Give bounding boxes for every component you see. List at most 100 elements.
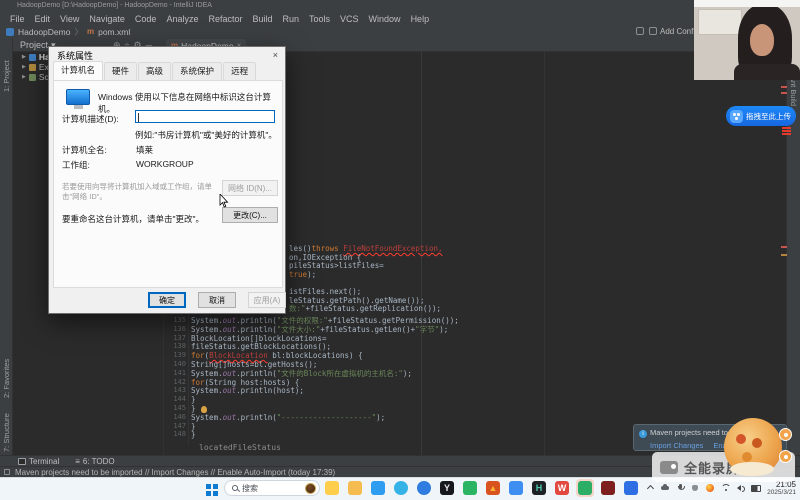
volume-icon[interactable] <box>736 483 745 492</box>
warning-stripe-mark[interactable] <box>781 254 787 256</box>
taskbar-app-slot <box>369 479 387 497</box>
tree-node-icon <box>29 64 36 71</box>
menu-item[interactable]: Tools <box>304 14 335 24</box>
window-title: HadoopDemo [D:\HadoopDemo] - HadoopDemo … <box>0 0 800 12</box>
status-message[interactable]: Maven projects need to be imported // Im… <box>15 468 335 477</box>
apply-button: 应用(A) <box>248 292 286 308</box>
edge-icon[interactable] <box>394 481 408 495</box>
menu-item[interactable]: Analyze <box>161 14 203 24</box>
error-stripe-mark[interactable] <box>781 92 787 94</box>
chevron-right-icon[interactable]: ▶ <box>22 64 26 70</box>
mic-icon[interactable] <box>676 483 685 492</box>
breadcrumb-separator: 〉 <box>74 26 83 38</box>
intention-bulb-icon[interactable] <box>201 406 207 413</box>
breadcrumb-project[interactable]: HadoopDemo <box>18 27 70 37</box>
computer-description-label: 计算机描述(D): <box>62 113 119 125</box>
tool-window-ant-build[interactable]: Ant Build <box>786 76 798 106</box>
wps-icon[interactable]: W <box>555 481 569 495</box>
cancel-button[interactable]: 取消 <box>198 292 236 308</box>
taskbar-app-slot: H <box>530 479 548 497</box>
cloud-icon[interactable] <box>661 483 670 492</box>
meeting-icon[interactable] <box>601 481 615 495</box>
build-icon[interactable] <box>636 27 644 35</box>
menu-item[interactable]: File <box>5 14 30 24</box>
menu-item[interactable]: Run <box>278 14 305 24</box>
network-id-help-line2: 击"网络 ID"。 <box>62 191 107 202</box>
code-line: 135System.out.println("文件的权限:"+fileStatu… <box>191 316 459 325</box>
line-number: 144 <box>166 395 186 404</box>
matlab-icon[interactable]: ▲ <box>486 481 500 495</box>
computer-monitor-icon <box>66 89 90 105</box>
error-stripe-mark[interactable] <box>781 246 787 248</box>
wifi-icon[interactable] <box>721 483 730 492</box>
dialog-tab[interactable]: 远程 <box>223 62 256 80</box>
line-number: 142 <box>166 378 186 387</box>
mascot-badge-icon <box>779 450 792 463</box>
menu-item[interactable]: Edit <box>30 14 56 24</box>
firefox-icon[interactable] <box>706 483 715 492</box>
system-tray <box>646 483 760 492</box>
menu-item[interactable]: Navigate <box>84 14 130 24</box>
close-icon[interactable]: × <box>273 50 278 60</box>
code-line: true); <box>289 270 316 279</box>
dialog-tab[interactable]: 高级 <box>138 62 171 80</box>
yy-icon[interactable]: Y <box>440 481 454 495</box>
search-highlight-avatar[interactable] <box>305 483 316 494</box>
menu-item[interactable]: VCS <box>335 14 364 24</box>
menu-item[interactable]: Refactor <box>203 14 247 24</box>
background-window <box>698 9 742 35</box>
taskbar-app-slot <box>576 479 594 497</box>
dialog-tab[interactable]: 计算机名 <box>53 61 103 81</box>
store-icon[interactable] <box>371 481 385 495</box>
person-face <box>750 24 774 56</box>
taskbar-clock[interactable]: 21:05 2025/3/21 <box>756 480 796 497</box>
tool-window-structure[interactable]: 7: Structure <box>2 413 14 452</box>
change-button[interactable]: 更改(C)... <box>222 207 278 223</box>
chevron-right-icon[interactable]: ▶ <box>22 74 26 80</box>
shield-icon[interactable] <box>691 483 700 492</box>
computer-description-input[interactable] <box>135 110 275 123</box>
browser-icon[interactable] <box>417 481 431 495</box>
breadcrumb-file[interactable]: pom.xml <box>98 27 130 37</box>
ok-button[interactable]: 确定 <box>148 292 186 308</box>
dialog-tab[interactable]: 系统保护 <box>172 62 222 80</box>
menu-item[interactable]: Code <box>130 14 162 24</box>
chevron-up-icon[interactable] <box>646 483 655 492</box>
code-line: 147} <box>191 422 196 431</box>
wechat-icon[interactable] <box>578 481 592 495</box>
taskbar-app-slot <box>346 479 364 497</box>
code-line: 139for(BlockLocation bl:blockLocations) … <box>191 351 363 360</box>
upload-app-icon <box>730 110 743 123</box>
taskbar-search[interactable]: 搜索 <box>224 480 320 496</box>
menu-item[interactable]: Help <box>406 14 435 24</box>
margin-guide <box>421 52 422 455</box>
menu-item[interactable]: Window <box>364 14 406 24</box>
chevron-right-icon[interactable]: ▶ <box>22 54 26 60</box>
taskbar-apps: Y ▲ H W <box>323 479 640 497</box>
add-configuration-button[interactable]: Add Config... <box>660 27 695 37</box>
import-changes-link[interactable]: Import Changes <box>650 441 703 450</box>
tool-window-favorites[interactable]: 2: Favorites <box>2 359 14 398</box>
hbuilder-icon[interactable]: H <box>532 481 546 495</box>
qq-icon[interactable] <box>509 481 523 495</box>
menu-item[interactable]: Build <box>247 14 277 24</box>
terminal-tab[interactable]: Terminal <box>18 457 59 466</box>
contacts-icon[interactable] <box>624 481 638 495</box>
file-explorer-icon[interactable] <box>325 481 339 495</box>
start-button[interactable] <box>206 484 211 489</box>
system-properties-dialog: 系统属性 × 计算机名硬件高级系统保护远程 Windows 使用以下信息在网络中… <box>48 46 286 314</box>
todo-tab[interactable]: ≡ 6: TODO <box>75 457 114 466</box>
menu-item[interactable]: View <box>55 14 84 24</box>
person-body <box>734 64 800 80</box>
menu-lines-icon[interactable] <box>782 127 791 135</box>
mascot-bowl <box>730 462 774 476</box>
project-panel-title: Project <box>20 40 48 50</box>
dialog-tab[interactable]: 硬件 <box>104 62 137 80</box>
upload-button[interactable]: 拖拽至此上传 <box>726 106 796 126</box>
status-icon[interactable] <box>4 469 10 475</box>
folder-icon[interactable] <box>348 481 362 495</box>
error-stripe-mark[interactable] <box>781 86 787 88</box>
line-number: 135 <box>166 316 186 325</box>
run-config-icon[interactable] <box>649 27 657 35</box>
wegame-icon[interactable] <box>463 481 477 495</box>
